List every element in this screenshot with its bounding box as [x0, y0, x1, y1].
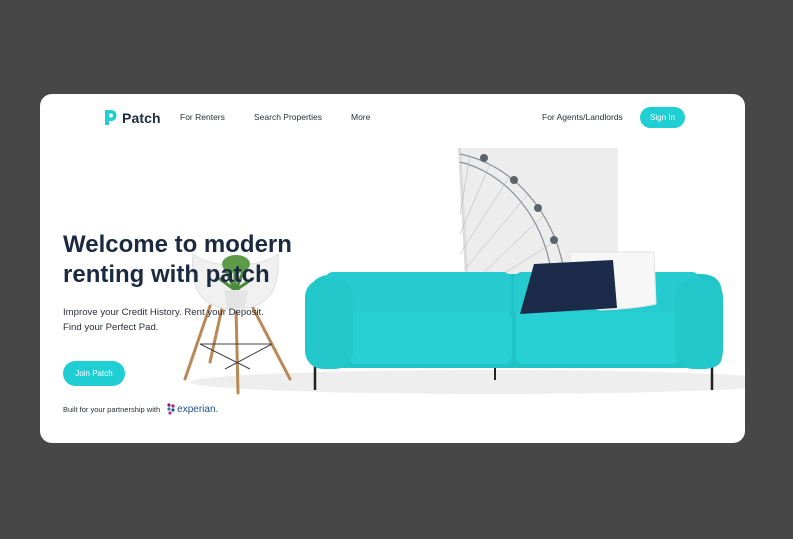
hero-subtitle-line-2: Find your Perfect Pad.	[63, 322, 159, 333]
experian-wordmark: experian.	[177, 403, 219, 415]
hero-title: Welcome to modern renting with patch	[63, 231, 292, 288]
logo[interactable]: Patch	[103, 109, 161, 126]
nav-link-search-properties[interactable]: Search Properties	[254, 112, 322, 122]
experian-logo: experian.	[167, 403, 218, 415]
nav-link-agents-landlords[interactable]: For Agents/Landlords	[542, 112, 623, 122]
nav-link-for-renters[interactable]: For Renters	[180, 112, 225, 122]
hero-subtitle: Improve your Credit History. Rent your D…	[63, 305, 323, 335]
partner-text: Built for your partnership with	[63, 404, 161, 414]
top-nav: Patch For Renters Search Properties More…	[40, 94, 745, 142]
hero-subtitle-line-1: Improve your Credit History. Rent your D…	[63, 307, 264, 318]
join-patch-button[interactable]: Join Patch	[63, 361, 125, 386]
landing-card: Patch For Renters Search Properties More…	[40, 94, 745, 443]
logo-text: Patch	[122, 109, 161, 126]
partner-line: Built for your partnership with experian…	[63, 403, 218, 415]
patch-logo-icon	[105, 110, 117, 125]
nav-link-more[interactable]: More	[351, 112, 370, 122]
experian-dots-icon	[167, 403, 175, 415]
sign-in-button[interactable]: Sign In	[640, 107, 685, 128]
floor-shadow	[190, 370, 745, 394]
